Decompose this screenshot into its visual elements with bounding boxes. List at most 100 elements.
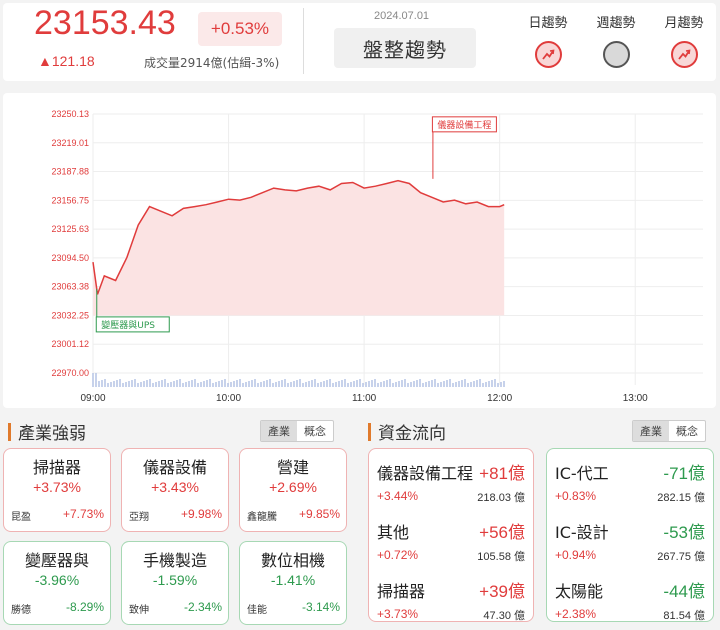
- fund-flow-industry-name: 掃描器: [377, 582, 426, 601]
- fund-flow-change-pct: +3.73%: [377, 607, 419, 621]
- index-change-points: ▲121.18: [38, 53, 95, 69]
- fund-flow-change-pct: +0.94%: [555, 548, 597, 562]
- fund-flow-row[interactable]: 儀器設備工程 +81億 +3.44% 218.03 億: [377, 458, 525, 512]
- industry-change-pct: -3.96%: [34, 572, 80, 588]
- leading-stock-name: 亞翔: [129, 512, 149, 523]
- market-trend-label: 盤整趨勢: [334, 28, 476, 68]
- y-tick-label: 23156.75: [51, 195, 89, 205]
- fund-flow-turnover: 81.54 億: [663, 610, 705, 622]
- toggle-concept[interactable]: 概念: [669, 421, 705, 441]
- y-tick-label: 23032.25: [51, 310, 89, 320]
- industry-card[interactable]: 掃描器 +3.73% 昆盈 +7.73%: [3, 448, 111, 532]
- fund-flow-change-pct: +2.38%: [555, 607, 597, 621]
- industry-change-pct: +3.73%: [33, 479, 81, 495]
- industry-name: 掃描器: [32, 458, 81, 477]
- fund-flow-title: 資金流向: [368, 419, 446, 444]
- intraday-chart[interactable]: 23250.13 23219.01 23187.88 23156.75 23125.63…: [3, 93, 716, 408]
- daily-trend-label: 日趨勢: [528, 16, 568, 31]
- leading-stock-name: 昆盈: [11, 512, 31, 523]
- y-tick-label: 23063.38: [51, 282, 89, 292]
- fund-flow-amount: -53億: [663, 523, 705, 542]
- fund-outflow-panel: IC-代工 -71億 +0.83% 282.15 億 IC-設計 -53億 +0.94% 26…: [546, 448, 714, 622]
- fund-flow-row[interactable]: 其他 +56億 +0.72% 105.58 億: [377, 517, 525, 571]
- industry-card[interactable]: 數位相機 -1.41% 佳能 -3.14%: [239, 541, 347, 625]
- monthly-trend-label: 月趨勢: [664, 16, 704, 31]
- fund-flow-row[interactable]: IC-代工 -71億 +0.83% 282.15 億: [555, 458, 705, 512]
- toggle-industry[interactable]: 產業: [261, 421, 297, 441]
- daily-trend[interactable]: 日趨勢: [526, 12, 570, 68]
- monthly-trend[interactable]: 月趨勢: [662, 12, 706, 68]
- fund-flow-turnover: 282.15 億: [657, 492, 705, 504]
- leading-stock-name: 鑫龍騰: [247, 512, 277, 523]
- trend-up-icon: [670, 41, 698, 68]
- leading-stock-change-pct: +9.85%: [298, 507, 340, 521]
- section-accent-bar: [8, 422, 11, 441]
- fund-flow-industry-name: IC-代工: [555, 464, 609, 483]
- industry-change-pct: +3.43%: [151, 479, 199, 495]
- fund-flow-turnover: 218.03 億: [477, 492, 525, 504]
- annotation-label: 儀器設備工程: [437, 119, 491, 131]
- y-tick-label: 23250.13: [51, 109, 89, 119]
- index-value: 23153.43: [34, 4, 176, 42]
- fund-flow-row[interactable]: 太陽能 -44億 +2.38% 81.54 億: [555, 576, 705, 630]
- toggle-concept[interactable]: 概念: [297, 421, 333, 441]
- leading-stock-name: 勝德: [11, 605, 31, 616]
- industry-card[interactable]: 變壓器與 -3.96% 勝德 -8.29%: [3, 541, 111, 625]
- leading-stock-change-pct: +7.73%: [62, 507, 104, 521]
- trend-neutral-icon: [602, 41, 630, 68]
- fund-flow-industry-name: IC-設計: [555, 523, 609, 542]
- industry-category-toggle: 產業 概念: [260, 420, 334, 442]
- x-tick-label: 11:00: [352, 393, 377, 404]
- volume-text: 成交量2914億(估緝-3%): [144, 56, 280, 70]
- toggle-industry[interactable]: 產業: [633, 421, 669, 441]
- industry-card[interactable]: 手機製造 -1.59% 致伸 -2.34%: [121, 541, 229, 625]
- index-change-pct-badge: +0.53%: [198, 12, 282, 46]
- fund-flow-amount: +39億: [479, 582, 525, 601]
- fund-flow-turnover: 105.58 億: [477, 551, 525, 563]
- fund-flow-amount: -71億: [663, 464, 705, 483]
- fund-flow-turnover: 267.75 億: [657, 551, 705, 563]
- x-tick-label: 09:00: [80, 393, 105, 404]
- industry-card[interactable]: 儀器設備 +3.43% 亞翔 +9.98%: [121, 448, 229, 532]
- fund-category-toggle: 產業 概念: [632, 420, 706, 442]
- industry-name: 變壓器與: [24, 551, 89, 570]
- leading-stock-name: 佳能: [247, 605, 267, 616]
- industry-name: 數位相機: [260, 551, 325, 570]
- fund-flow-row[interactable]: IC-設計 -53億 +0.94% 267.75 億: [555, 517, 705, 571]
- industry-change-pct: +2.69%: [269, 479, 317, 495]
- industry-name: 手機製造: [142, 551, 207, 570]
- fund-flow-change-pct: +0.83%: [555, 489, 597, 503]
- fund-flow-title-text: 資金流向: [378, 424, 446, 444]
- weekly-trend-label: 週趨勢: [596, 16, 636, 31]
- industry-change-pct: -1.59%: [152, 572, 198, 588]
- weekly-trend[interactable]: 週趨勢: [594, 12, 638, 68]
- fund-flow-industry-name: 其他: [377, 523, 410, 542]
- fund-flow-amount: +56億: [479, 523, 525, 542]
- industry-strength-title-text: 產業強弱: [18, 424, 86, 444]
- industry-name: 儀器設備: [142, 458, 207, 477]
- header-divider: [303, 8, 304, 74]
- section-accent-bar: [368, 422, 371, 441]
- fund-flow-industry-name: 太陽能: [555, 582, 604, 601]
- x-tick-label: 10:00: [216, 393, 241, 404]
- leading-stock-change-pct: +9.98%: [180, 507, 222, 521]
- fund-flow-turnover: 47.30 億: [483, 610, 525, 622]
- leading-stock-change-pct: -2.34%: [183, 600, 222, 614]
- x-tick-label: 13:00: [623, 393, 648, 404]
- industry-name: 營建: [276, 458, 309, 477]
- industry-strength-title: 產業強弱: [8, 419, 86, 444]
- chart-annotation[interactable]: 儀器設備工程: [431, 116, 497, 179]
- fund-flow-row[interactable]: 掃描器 +39億 +3.73% 47.30 億: [377, 576, 525, 630]
- fund-flow-change-pct: +0.72%: [377, 548, 419, 562]
- x-tick-label: 12:00: [487, 393, 512, 404]
- fund-flow-amount: +81億: [479, 464, 525, 483]
- trend-date: 2024.07.01: [374, 10, 430, 22]
- y-tick-label: 23094.50: [51, 253, 89, 263]
- fund-flow-industry-name: 儀器設備工程: [377, 464, 474, 483]
- fund-flow-amount: -44億: [663, 582, 705, 601]
- y-tick-label: 23001.12: [51, 339, 89, 349]
- industry-card[interactable]: 營建 +2.69% 鑫龍騰 +9.85%: [239, 448, 347, 532]
- leading-stock-change-pct: -3.14%: [301, 600, 340, 614]
- fund-flow-change-pct: +3.44%: [377, 489, 419, 503]
- y-tick-label: 22970.00: [51, 368, 89, 378]
